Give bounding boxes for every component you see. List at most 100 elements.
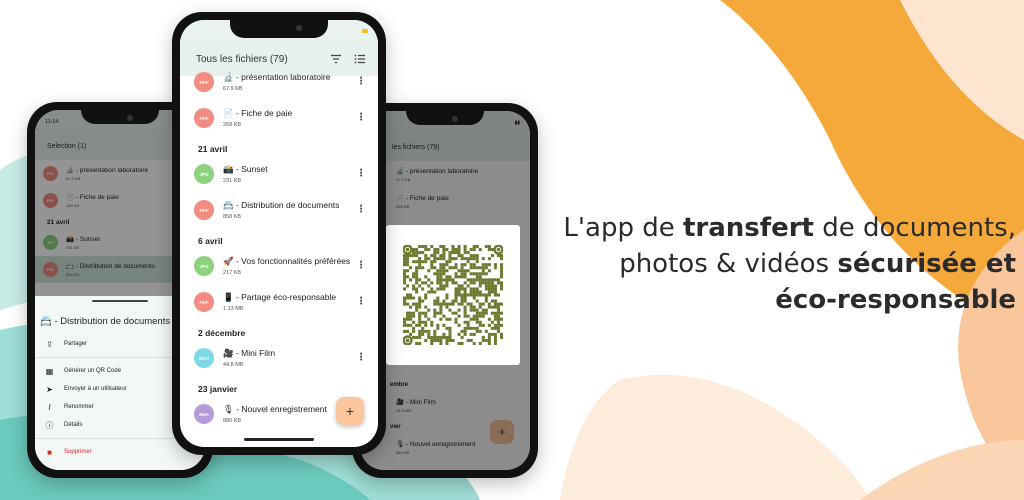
qr-module <box>499 302 503 306</box>
qr-module <box>445 269 449 273</box>
qr-module <box>463 263 467 267</box>
qr-module <box>481 308 485 312</box>
qr-module <box>487 290 491 294</box>
qr-module <box>451 338 455 342</box>
section-header: 2 décembre <box>198 328 246 338</box>
more-options-icon[interactable]: ⋮ <box>356 297 366 307</box>
qr-module <box>475 317 479 321</box>
qr-module <box>478 302 482 306</box>
qr-module <box>463 269 467 273</box>
pdf-badge: PDF <box>194 200 214 220</box>
qr-module <box>445 341 449 345</box>
qr-module <box>481 263 485 267</box>
send-icon: ➤ <box>46 384 53 394</box>
more-options-icon[interactable]: ⋮ <box>356 353 366 363</box>
list-item[interactable]: MOV 🎥 - Mini Film 44.8 MB ⋮ <box>180 340 378 376</box>
list-item[interactable]: PDF 🔬 - présentation laboratoire 67.9 KB ⋮ <box>180 64 378 100</box>
qr-module <box>427 308 431 312</box>
list-item[interactable]: PDF 📱 - Partage éco-responsable 1.13 MB ⋮ <box>180 284 378 320</box>
qr-module <box>499 317 503 321</box>
qr-module <box>415 287 419 291</box>
qr-module <box>499 272 503 276</box>
qr-module <box>490 320 494 324</box>
qr-module <box>424 311 428 315</box>
qr-module <box>463 290 467 294</box>
qr-module <box>412 296 416 300</box>
qr-module <box>487 305 491 309</box>
qr-module <box>451 302 455 306</box>
qr-module <box>478 320 482 324</box>
qr-module <box>439 254 443 258</box>
qr-module <box>436 272 440 276</box>
qr-module <box>412 314 416 318</box>
list-item[interactable]: JPG 🚀 - Vos fonctionnalités préférées 217 … <box>180 248 378 284</box>
qr-module <box>463 329 467 333</box>
qr-module <box>415 290 419 294</box>
qr-module <box>439 338 443 342</box>
qr-module <box>484 293 488 297</box>
qr-module <box>448 317 452 321</box>
qr-module <box>424 293 428 297</box>
mov-badge: MOV <box>194 348 214 368</box>
pdf-badge: PDF <box>43 193 58 208</box>
qr-module <box>487 332 491 336</box>
qr-module <box>463 248 467 252</box>
qr-module <box>403 329 407 333</box>
page-title: Tous les fichiers (79) <box>196 53 288 65</box>
qr-module <box>481 323 485 327</box>
qr-module <box>478 272 482 276</box>
qr-module <box>475 299 479 303</box>
qr-module <box>481 335 485 339</box>
qr-module <box>469 338 473 342</box>
qr-module <box>460 335 464 339</box>
qr-module <box>463 308 467 312</box>
qr-module <box>493 293 497 297</box>
qr-module <box>457 269 461 273</box>
qr-finder-dot <box>496 247 501 252</box>
qr-module <box>499 311 503 315</box>
qr-finder-dot <box>405 338 410 343</box>
qr-module <box>418 257 422 261</box>
qr-module <box>445 317 449 321</box>
qr-module <box>478 284 482 288</box>
qr-module <box>493 335 497 339</box>
qr-module <box>445 305 449 309</box>
list-item[interactable]: PDF 📇 - Distribution de documents 858 KB ⋮ <box>180 192 378 228</box>
qr-module <box>427 257 431 261</box>
qr-module <box>439 308 443 312</box>
qr-module <box>484 338 488 342</box>
qr-module <box>478 329 482 333</box>
qr-module <box>484 299 488 303</box>
qr-module <box>457 314 461 318</box>
qr-module <box>424 305 428 309</box>
qr-module <box>469 308 473 312</box>
qr-module <box>496 320 500 324</box>
list-item[interactable]: PDF 📄 - Fiche de paie 268 KB ⋮ <box>180 100 378 136</box>
more-options-icon[interactable]: ⋮ <box>356 261 366 271</box>
qr-module <box>484 272 488 276</box>
qr-module <box>460 329 464 333</box>
qr-module <box>484 308 488 312</box>
qr-module <box>442 278 446 282</box>
qr-module <box>493 332 497 336</box>
qr-module <box>472 305 476 309</box>
qr-module <box>454 263 458 267</box>
qr-module <box>451 299 455 303</box>
qr-module <box>457 287 461 291</box>
qr-module <box>445 260 449 264</box>
more-options-icon[interactable]: ⋮ <box>356 169 366 179</box>
jpg-badge: JPG <box>194 164 214 184</box>
qr-module <box>430 323 434 327</box>
more-options-icon[interactable]: ⋮ <box>356 77 366 87</box>
qr-module <box>451 248 455 252</box>
qr-module <box>433 302 437 306</box>
qr-module <box>490 254 494 258</box>
add-button[interactable]: + <box>336 397 364 425</box>
list-item[interactable]: JPG 📸 - Sunset 231 KB ⋮ <box>180 156 378 192</box>
more-options-icon[interactable]: ⋮ <box>356 205 366 215</box>
more-options-icon[interactable]: ⋮ <box>356 113 366 123</box>
qr-module <box>409 323 413 327</box>
qr-module <box>433 272 437 276</box>
qr-module <box>418 296 422 300</box>
qr-module <box>424 281 428 285</box>
